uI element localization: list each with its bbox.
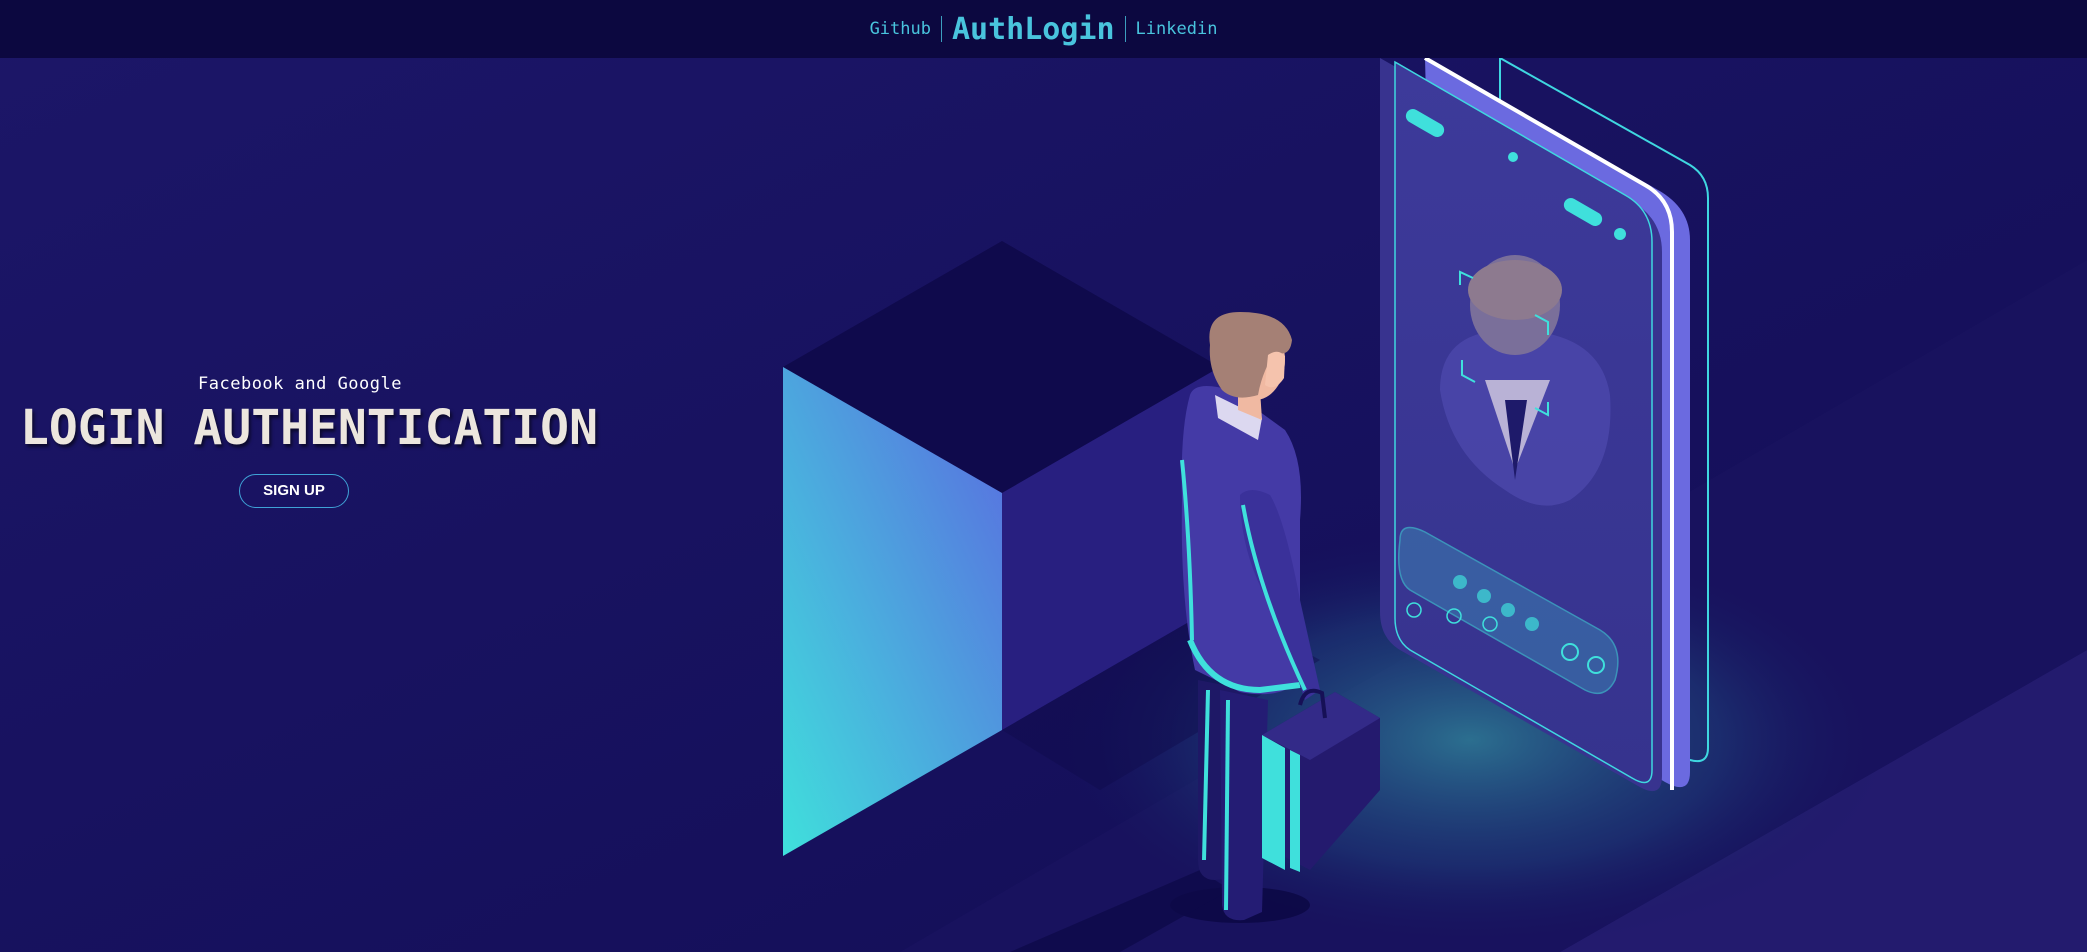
hero-subtitle: Facebook and Google (198, 374, 402, 394)
hero-section: Facebook and Google LOGIN AUTHENTICATION… (20, 374, 598, 508)
signup-button[interactable]: SIGN UP (239, 474, 349, 508)
hero-title: LOGIN AUTHENTICATION (20, 400, 598, 456)
signup-wrapper: SIGN UP (20, 456, 568, 508)
brand-logo[interactable]: AuthLogin (942, 12, 1125, 47)
landing-page: Github AuthLogin Linkedin Facebook and G… (0, 0, 2087, 952)
nav-divider (1124, 16, 1126, 42)
linkedin-link[interactable]: Linkedin (1126, 19, 1228, 39)
top-navbar: Github AuthLogin Linkedin (0, 0, 2087, 58)
github-link[interactable]: Github (860, 19, 941, 39)
nav-divider (940, 16, 942, 42)
